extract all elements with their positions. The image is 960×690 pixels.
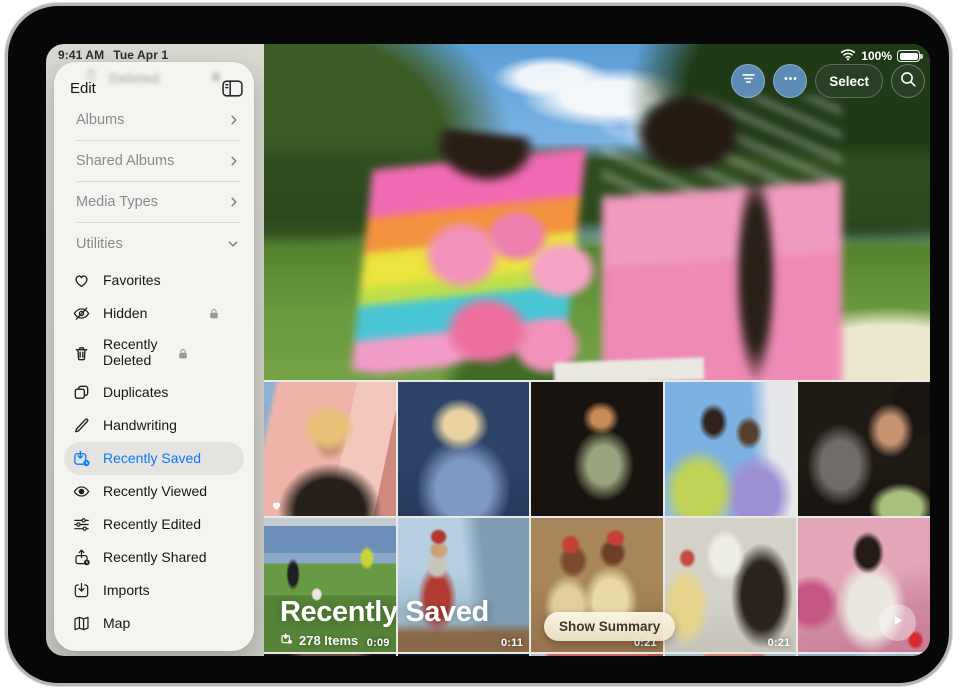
status-time: 9:41 AM: [58, 48, 104, 62]
ellipsis-icon: [782, 70, 799, 92]
search-icon: [899, 70, 917, 93]
status-bar-left: 9:41 AM Tue Apr 1: [58, 48, 168, 62]
page-title: Recently Saved: [280, 596, 489, 629]
photo-tile-partial[interactable]: [398, 654, 530, 656]
sidebar-item-recently-shared[interactable]: Recently Shared: [54, 541, 254, 574]
battery-icon: [897, 50, 920, 62]
more-button[interactable]: [773, 64, 807, 98]
pencil-icon: [70, 415, 92, 437]
status-date: Tue Apr 1: [113, 48, 168, 62]
favorite-heart-icon: [270, 499, 283, 511]
heart-icon: [70, 270, 92, 292]
sidebar-panel: Deleted Edit Albums Shared Albums: [54, 62, 254, 651]
play-button[interactable]: [879, 604, 916, 641]
battery-percent: 100%: [861, 49, 892, 63]
video-duration: 0:11: [501, 637, 523, 649]
sidebar-group-shared-albums[interactable]: Shared Albums: [76, 141, 240, 182]
hero-art-flowers: [392, 194, 642, 380]
sidebar-group-albums[interactable]: Albums: [76, 100, 240, 141]
sliders-icon: [70, 514, 92, 536]
item-count: 278 Items: [299, 633, 358, 648]
video-duration: 0:21: [768, 637, 791, 649]
status-bar-right: 100%: [840, 48, 920, 64]
chevron-right-icon: [228, 195, 240, 209]
photo-tile[interactable]: [665, 382, 797, 516]
filter-lines-icon: [740, 70, 757, 92]
photo-tile-partial[interactable]: [798, 654, 930, 656]
photo-tile-partial[interactable]: [264, 654, 396, 656]
sidebar-item-recently-edited[interactable]: Recently Edited: [54, 508, 254, 541]
map-icon: [70, 613, 92, 635]
wifi-icon: [840, 48, 856, 64]
recently-saved-icon: [70, 448, 92, 470]
trash-icon: [70, 342, 92, 364]
sidebar-item-favorites[interactable]: Favorites: [54, 264, 254, 297]
recently-saved-icon: [280, 632, 293, 648]
import-icon: [70, 580, 92, 602]
play-icon: [890, 613, 905, 633]
sidebar-item-recently-deleted[interactable]: Recently Deleted: [54, 330, 254, 376]
photo-tile-partial[interactable]: [531, 654, 663, 656]
sidebar-item-handwriting[interactable]: Handwriting: [54, 409, 254, 442]
screen: 9:41 AM Tue Apr 1 Deleted Edit: [46, 44, 930, 656]
photo-tile[interactable]: [531, 382, 663, 516]
filter-button[interactable]: [731, 64, 765, 98]
edit-button[interactable]: Edit: [70, 80, 96, 97]
lock-icon: [177, 347, 189, 360]
photo-tile[interactable]: [798, 382, 930, 516]
sidebar-item-recently-saved[interactable]: Recently Saved: [64, 442, 244, 475]
sidebar-item-hidden[interactable]: Hidden: [54, 297, 254, 330]
search-button[interactable]: [891, 64, 925, 98]
chevron-right-icon: [228, 113, 240, 127]
main-content: 100% Select Recently Saved: [264, 44, 930, 656]
chevron-right-icon: [228, 154, 240, 168]
photo-tile[interactable]: [264, 382, 396, 516]
show-summary-button[interactable]: Show Summary: [544, 612, 675, 641]
sidebar-item-map[interactable]: Map: [54, 607, 254, 640]
ipad-frame: 9:41 AM Tue Apr 1 Deleted Edit: [8, 6, 949, 683]
sidebar-section-utilities[interactable]: Utilities: [54, 223, 254, 264]
eye-slash-icon: [70, 303, 92, 325]
lock-icon: [208, 307, 220, 320]
sidebar-toggle-icon[interactable]: [221, 78, 244, 99]
duplicates-icon: [70, 382, 92, 404]
sidebar-item-duplicates[interactable]: Duplicates: [54, 376, 254, 409]
share-icon: [70, 547, 92, 569]
hero-caption: Recently Saved 278 Items: [280, 596, 489, 648]
sidebar-item-recently-viewed[interactable]: Recently Viewed: [54, 475, 254, 508]
sidebar-item-imports[interactable]: Imports: [54, 574, 254, 607]
chevron-down-icon: [226, 238, 240, 250]
sidebar-group-media-types[interactable]: Media Types: [76, 182, 240, 223]
photo-tile-partial[interactable]: [665, 654, 797, 656]
eye-icon: [70, 481, 92, 503]
photo-tile[interactable]: [398, 382, 530, 516]
select-button[interactable]: Select: [815, 64, 883, 98]
video-tile[interactable]: 0:21: [665, 518, 797, 652]
sidebar: 9:41 AM Tue Apr 1 Deleted Edit: [46, 44, 264, 656]
